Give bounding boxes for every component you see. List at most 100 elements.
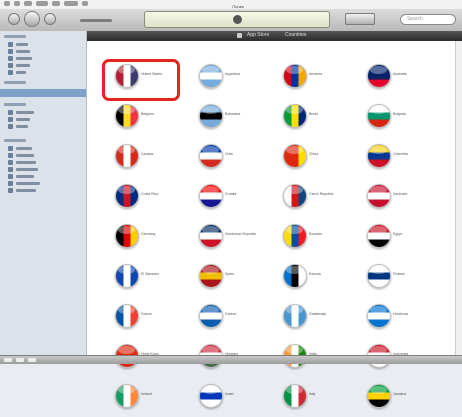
- country-name: Israel: [225, 392, 234, 396]
- sidebar-item-podcasts[interactable]: [8, 63, 30, 68]
- sidebar-item-shared-2[interactable]: [8, 117, 30, 122]
- country-item[interactable]: Ireland: [101, 377, 183, 417]
- store-navigation-bar: App Store Countries: [87, 31, 462, 41]
- sidebar-item-playlist-3[interactable]: [8, 160, 36, 165]
- menu-edit[interactable]: [14, 1, 20, 6]
- sidebar-item-playlist-4[interactable]: [8, 167, 38, 172]
- breadcrumb-app-store[interactable]: App Store: [247, 32, 269, 38]
- view-buttons[interactable]: [345, 13, 375, 25]
- playlist-icon: [8, 181, 13, 186]
- country-item[interactable]: Guatemala: [269, 297, 351, 337]
- country-name: Jamaica: [393, 392, 407, 396]
- scrollbar[interactable]: [455, 41, 462, 355]
- country-name: Ireland: [141, 392, 152, 396]
- sidebar-item-tv-shows[interactable]: [8, 56, 32, 61]
- menu-file[interactable]: [4, 1, 10, 6]
- menu-controls[interactable]: [36, 1, 48, 6]
- country-item[interactable]: Denmark: [353, 177, 435, 217]
- country-name: France: [141, 312, 152, 316]
- playlist-icon: [8, 160, 13, 165]
- country-name: Costa Rica: [141, 192, 159, 196]
- flag-ca-icon: [115, 144, 139, 168]
- country-item[interactable]: Armenia: [269, 57, 351, 97]
- country-item[interactable]: Italy: [269, 377, 351, 417]
- sidebar-item-playlist-2[interactable]: [8, 153, 34, 158]
- sidebar-item-playlist-7[interactable]: [8, 188, 36, 193]
- country-item[interactable]: Finland: [353, 257, 435, 297]
- home-icon[interactable]: [237, 33, 242, 38]
- flag-il-icon: [199, 384, 223, 408]
- country-item[interactable]: Chile: [185, 137, 267, 177]
- country-item[interactable]: Australia: [353, 57, 435, 97]
- country-item[interactable]: Brazil: [269, 97, 351, 137]
- country-item[interactable]: El Salvador: [101, 257, 183, 297]
- add-playlist-button[interactable]: [4, 358, 12, 362]
- flag-gr-icon: [199, 304, 223, 328]
- country-item[interactable]: Greece: [185, 297, 267, 337]
- flag-gt-icon: [283, 304, 307, 328]
- country-name: Finland: [393, 272, 405, 276]
- flag-dk-icon: [367, 184, 391, 208]
- country-name: Greece: [225, 312, 237, 316]
- menu-store[interactable]: [52, 1, 60, 6]
- previous-button[interactable]: [8, 13, 20, 25]
- sidebar-item-movies[interactable]: [8, 49, 30, 54]
- shuffle-button[interactable]: [16, 358, 24, 362]
- play-button[interactable]: [24, 11, 40, 27]
- country-name: Bulgaria: [393, 112, 406, 116]
- sidebar-item-playlist-5[interactable]: [8, 174, 34, 179]
- country-item[interactable]: Estonia: [269, 257, 351, 297]
- menu-view[interactable]: [24, 1, 32, 6]
- country-item[interactable]: Germany: [101, 217, 183, 257]
- repeat-button[interactable]: [28, 358, 36, 362]
- volume-slider[interactable]: [80, 19, 112, 22]
- country-item[interactable]: Argentina: [185, 57, 267, 97]
- sidebar-item-playlist-6[interactable]: [8, 181, 40, 186]
- sidebar-item-playlist-1[interactable]: [8, 146, 32, 151]
- sidebar-heading-playlists: [4, 139, 26, 142]
- sidebar-item-shared-1[interactable]: [8, 110, 34, 115]
- country-item[interactable]: Dominican Republic: [185, 217, 267, 257]
- country-item[interactable]: China: [269, 137, 351, 177]
- country-item[interactable]: Canada: [101, 137, 183, 177]
- country-item[interactable]: Botswana: [185, 97, 267, 137]
- country-name: China: [309, 152, 319, 156]
- country-name: Canada: [141, 152, 154, 156]
- sidebar-heading-store: [4, 81, 26, 84]
- highlight-box: [102, 59, 180, 101]
- sidebar-item-shared-3[interactable]: [8, 124, 28, 129]
- country-item[interactable]: Israel: [185, 377, 267, 417]
- country-item[interactable]: Egypt: [353, 217, 435, 257]
- playlist-icon: [8, 167, 13, 172]
- country-name: Armenia: [309, 72, 323, 76]
- tv-icon: [8, 56, 13, 61]
- country-item[interactable]: Bulgaria: [353, 97, 435, 137]
- country-item[interactable]: Czech Republic: [269, 177, 351, 217]
- country-item[interactable]: Belgium: [101, 97, 183, 137]
- country-name: Belgium: [141, 112, 154, 116]
- flag-cr-icon: [115, 184, 139, 208]
- country-item[interactable]: France: [101, 297, 183, 337]
- flag-hn-icon: [367, 304, 391, 328]
- window-title: iTunes: [232, 4, 244, 9]
- sidebar-item-music[interactable]: [8, 42, 28, 47]
- country-item[interactable]: Ecuador: [269, 217, 351, 257]
- menu-advanced[interactable]: [64, 1, 78, 6]
- playlist-icon: [8, 153, 13, 158]
- sidebar-item-apps[interactable]: [8, 70, 26, 75]
- search-input[interactable]: Search: [400, 14, 456, 25]
- country-item[interactable]: Colombia: [353, 137, 435, 177]
- country-item[interactable]: Honduras: [353, 297, 435, 337]
- sidebar-item-itunes-store[interactable]: [0, 89, 86, 97]
- country-item[interactable]: Croatia: [185, 177, 267, 217]
- country-item[interactable]: Spain: [185, 257, 267, 297]
- next-button[interactable]: [44, 13, 56, 25]
- country-name: Ecuador: [309, 232, 323, 236]
- flag-au-icon: [367, 64, 391, 88]
- menu-help[interactable]: [82, 1, 88, 6]
- country-item[interactable]: Jamaica: [353, 377, 435, 417]
- flag-ar-icon: [199, 64, 223, 88]
- country-item[interactable]: Costa Rica: [101, 177, 183, 217]
- flag-do-icon: [199, 224, 223, 248]
- flag-co-icon: [367, 144, 391, 168]
